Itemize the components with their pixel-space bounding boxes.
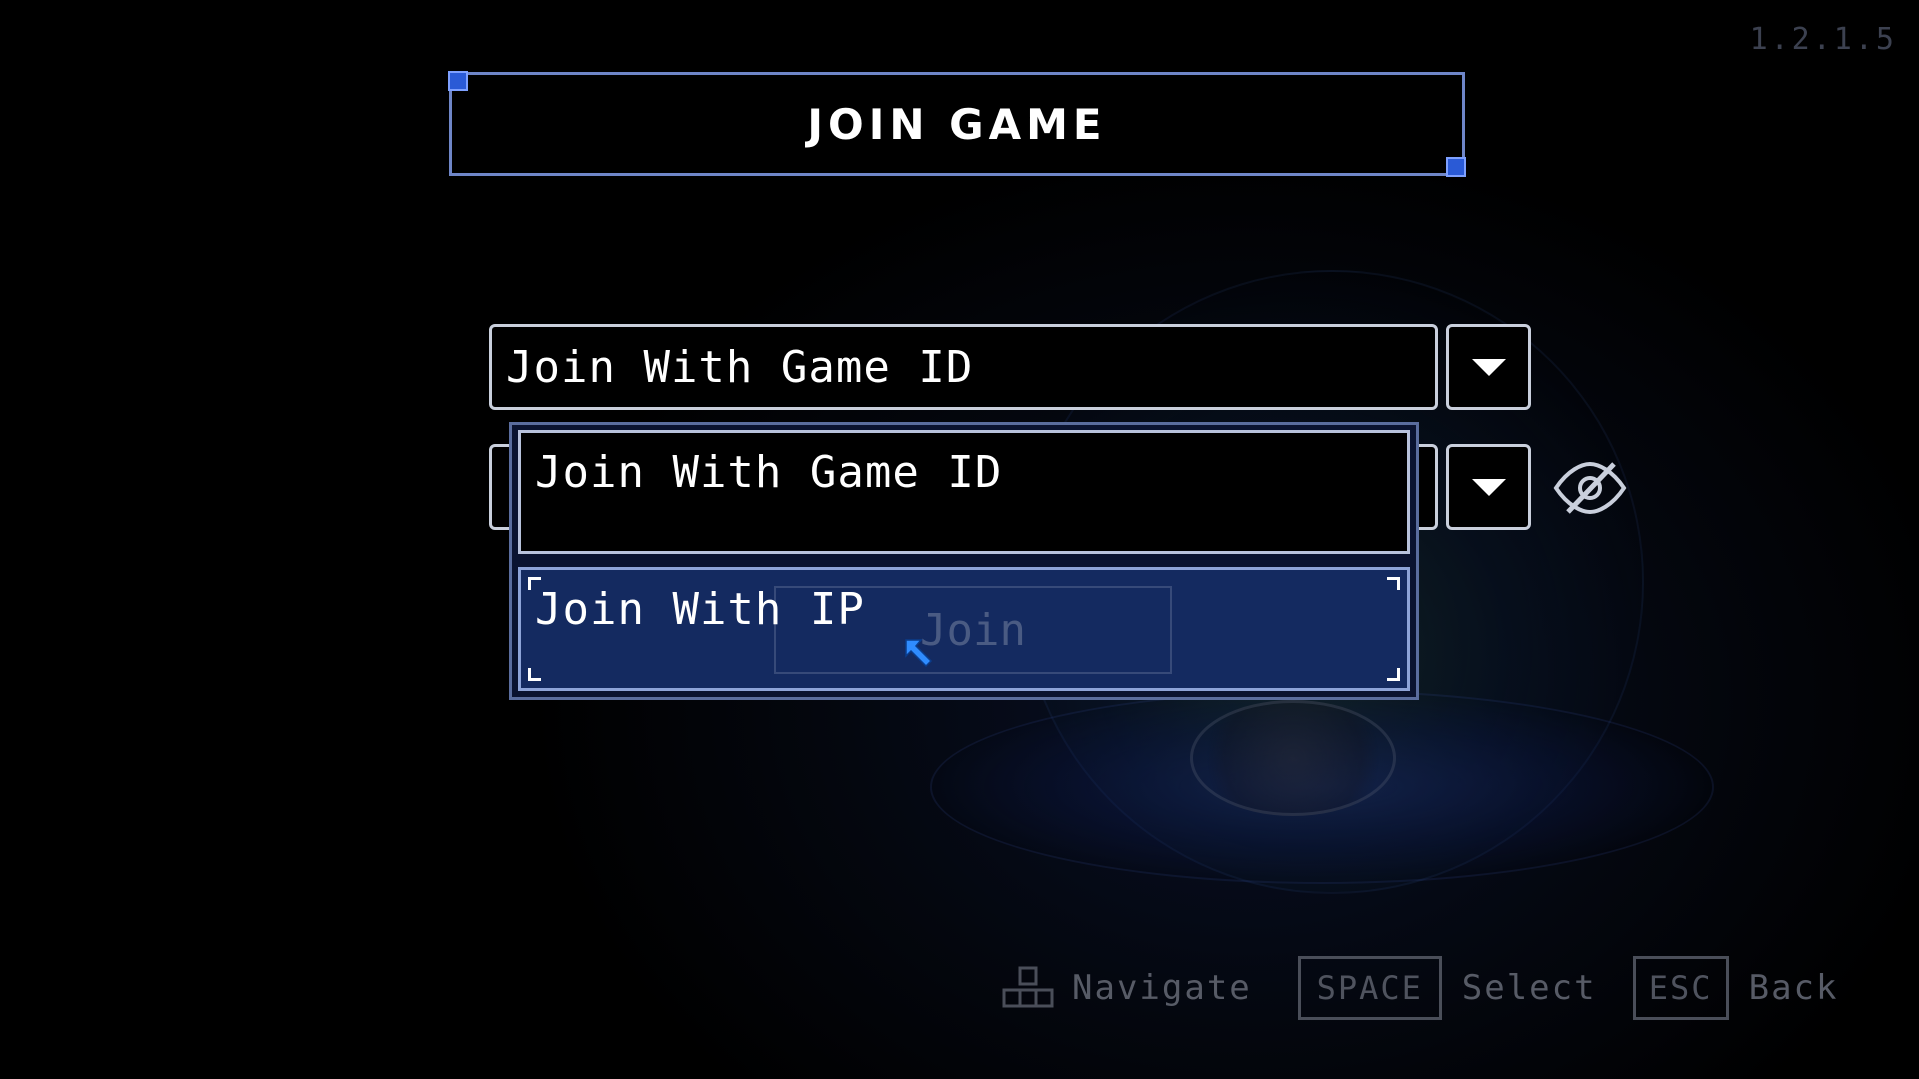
keyboard-arrows-icon <box>1002 966 1054 1008</box>
join-button-label: Join <box>920 604 1026 656</box>
option-label: Join With IP <box>535 584 865 635</box>
eye-slash-icon[interactable] <box>1552 458 1628 518</box>
dropdown-option-game-id[interactable]: Join With Game ID <box>518 430 1410 554</box>
banner-corner-ornament <box>448 71 468 91</box>
chevron-down-icon <box>1471 358 1506 376</box>
focus-bracket <box>1387 577 1400 590</box>
mouse-pointer-icon <box>905 639 933 668</box>
banner-corner-ornament <box>1446 157 1466 177</box>
control-hints-bar: Navigate SPACE Select ESC Back <box>1002 955 1838 1021</box>
join-mode-selected-value: Join With Game ID <box>506 341 974 393</box>
select-hint-label: Select <box>1461 968 1597 1008</box>
history-dropdown-button[interactable] <box>1446 444 1531 530</box>
space-key-badge: SPACE <box>1297 956 1442 1020</box>
focus-bracket <box>1387 668 1400 681</box>
dropdown-option-ip[interactable]: Join Join With IP <box>518 567 1410 691</box>
background-core <box>1190 700 1396 816</box>
esc-key-badge: ESC <box>1632 956 1729 1020</box>
version-label: 1.2.1.5 <box>1749 22 1897 57</box>
chevron-down-icon <box>1471 478 1506 496</box>
join-game-screen: 1.2.1.5 JOIN GAME Join With Game ID Join… <box>0 0 1919 1079</box>
focus-bracket <box>528 668 541 681</box>
join-mode-dropdown-list: Join With Game ID Join Join With IP <box>509 422 1419 700</box>
join-mode-dropdown-button[interactable] <box>1446 324 1531 410</box>
page-title: JOIN GAME <box>807 99 1107 149</box>
join-mode-select[interactable]: Join With Game ID <box>489 324 1438 410</box>
option-label: Join With Game ID <box>535 447 1003 498</box>
title-banner: JOIN GAME <box>448 71 1466 177</box>
back-hint-label: Back <box>1748 968 1839 1008</box>
navigate-hint-label: Navigate <box>1072 968 1252 1008</box>
